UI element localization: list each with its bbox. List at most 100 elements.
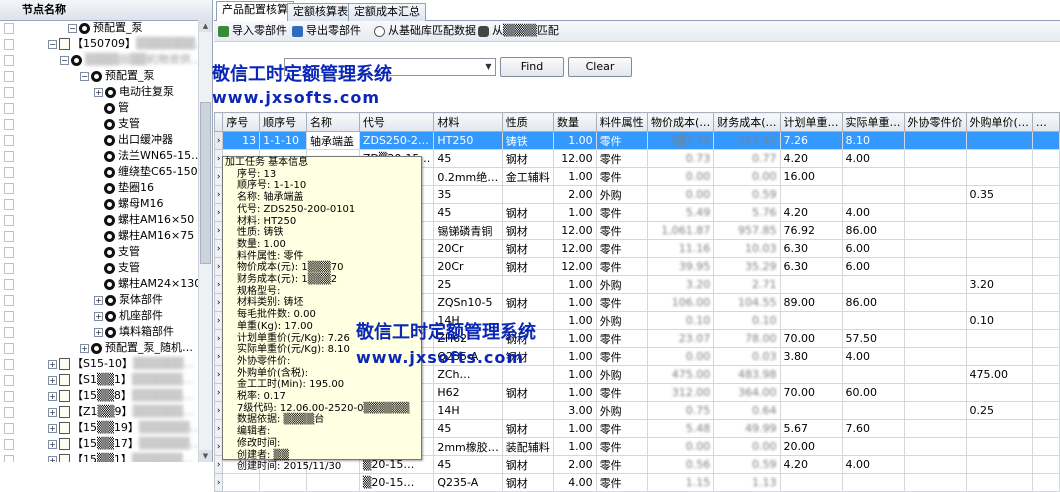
table-cell[interactable]: ZDS250-2… xyxy=(358,131,435,150)
tree-node[interactable]: + 【15▒▒1】▒▒▒▒▒▒… xyxy=(0,452,198,462)
row-checkbox[interactable] xyxy=(4,151,14,162)
table-cell[interactable] xyxy=(841,365,905,384)
table-cell[interactable]: 0.00 xyxy=(646,185,715,204)
table-cell[interactable]: 20.00 xyxy=(779,437,843,456)
table-cell[interactable]: 钢材 xyxy=(501,149,555,168)
table-cell[interactable]: 2mm橡胶… xyxy=(433,437,503,456)
table-cell[interactable] xyxy=(965,383,1033,402)
column-header[interactable]: 顺序号 xyxy=(259,112,308,132)
column-header[interactable]: 性质 xyxy=(501,112,555,132)
table-cell[interactable]: 39.95 xyxy=(646,257,715,276)
table-cell[interactable] xyxy=(903,329,967,348)
column-header[interactable]: 财务成本(… xyxy=(713,112,781,132)
table-cell[interactable]: 零件 xyxy=(595,347,648,366)
table-cell[interactable] xyxy=(903,221,967,240)
column-header[interactable]: 数量 xyxy=(553,112,597,132)
scroll-up-icon[interactable]: ▲ xyxy=(199,20,212,32)
table-cell[interactable]: 0.64 xyxy=(713,401,781,420)
table-cell[interactable]: 0.75 xyxy=(646,401,715,420)
row-checkbox[interactable] xyxy=(4,167,14,178)
scroll-down-icon[interactable]: ▼ xyxy=(199,450,212,462)
table-cell[interactable]: 123.42 xyxy=(713,131,781,150)
table-cell[interactable] xyxy=(965,437,1033,456)
table-cell[interactable] xyxy=(903,275,967,294)
find-button[interactable]: Find xyxy=(500,57,564,77)
table-cell[interactable]: 45 xyxy=(433,149,503,168)
table-cell[interactable] xyxy=(903,347,967,366)
table-cell[interactable]: 12.00 xyxy=(553,221,597,240)
table-cell[interactable]: 1.00 xyxy=(553,311,597,330)
table-cell[interactable]: 6.00 xyxy=(841,257,905,276)
table-cell[interactable]: 76.92 xyxy=(779,221,843,240)
table-cell[interactable]: ZCh… xyxy=(433,365,503,384)
table-cell[interactable]: 20Cr xyxy=(433,257,503,276)
table-cell[interactable] xyxy=(965,149,1033,168)
table-cell[interactable] xyxy=(903,257,967,276)
expand-icon[interactable]: + xyxy=(48,439,57,449)
row-indicator-icon[interactable]: › xyxy=(213,131,224,150)
tree-node[interactable]: 垫圈16 xyxy=(0,180,198,196)
table-cell[interactable] xyxy=(1031,293,1060,312)
row-checkbox[interactable] xyxy=(4,279,14,290)
table-cell[interactable]: 铸铁 xyxy=(501,131,555,150)
table-cell[interactable] xyxy=(1031,419,1060,438)
table-cell[interactable]: 5.49 xyxy=(646,203,715,222)
table-cell[interactable] xyxy=(222,473,261,492)
table-cell[interactable] xyxy=(306,473,360,492)
table-cell[interactable]: 4.00 xyxy=(841,347,905,366)
table-cell[interactable] xyxy=(965,239,1033,258)
table-cell[interactable]: 2.00 xyxy=(553,185,597,204)
tree-node[interactable]: + 电动往复泵 xyxy=(0,84,198,100)
tree-node[interactable]: 螺柱AM16×50 xyxy=(0,212,198,228)
table-cell[interactable]: 70.00 xyxy=(779,383,843,402)
table-cell[interactable]: 4.00 xyxy=(553,473,597,492)
table-cell[interactable]: 1.00 xyxy=(553,365,597,384)
table-cell[interactable]: 零件 xyxy=(595,221,648,240)
column-header[interactable]: 名称 xyxy=(306,112,360,132)
row-checkbox[interactable] xyxy=(4,23,14,34)
table-cell[interactable] xyxy=(1031,149,1060,168)
table-cell[interactable]: 钢材 xyxy=(501,383,555,402)
table-cell[interactable]: 364.00 xyxy=(713,383,781,402)
table-cell[interactable]: 零件 xyxy=(595,239,648,258)
clear-button[interactable]: Clear xyxy=(568,57,632,77)
table-cell[interactable]: 0.35 xyxy=(965,185,1033,204)
table-cell[interactable]: 零件 xyxy=(595,257,648,276)
table-cell[interactable] xyxy=(965,257,1033,276)
row-checkbox[interactable] xyxy=(4,199,14,210)
tree-node[interactable]: 支管 xyxy=(0,260,198,276)
table-cell[interactable] xyxy=(903,203,967,222)
table-cell[interactable]: 零件 xyxy=(595,419,648,438)
table-cell[interactable]: 12.00 xyxy=(553,149,597,168)
row-checkbox[interactable] xyxy=(4,119,14,130)
table-cell[interactable]: 0.03 xyxy=(713,347,781,366)
tree-node[interactable]: 管 xyxy=(0,100,198,116)
table-cell[interactable] xyxy=(1031,185,1060,204)
table-cell[interactable] xyxy=(779,401,843,420)
table-cell[interactable]: 483.98 xyxy=(713,365,781,384)
table-cell[interactable] xyxy=(1031,275,1060,294)
row-checkbox[interactable] xyxy=(4,455,14,462)
table-cell[interactable]: 45 xyxy=(433,203,503,222)
table-cell[interactable] xyxy=(1031,221,1060,240)
table-cell[interactable] xyxy=(779,275,843,294)
table-cell[interactable]: 475.00 xyxy=(965,365,1033,384)
row-checkbox[interactable] xyxy=(4,423,14,434)
table-cell[interactable] xyxy=(903,149,967,168)
tree-node[interactable]: − 【150709】▒▒▒▒▒▒▒… xyxy=(0,36,206,52)
tree-node[interactable]: + 填料箱部件 xyxy=(0,324,198,340)
row-checkbox[interactable] xyxy=(4,71,14,82)
table-cell[interactable]: 4.20 xyxy=(779,203,843,222)
expand-icon[interactable]: + xyxy=(94,295,103,305)
row-checkbox[interactable] xyxy=(4,231,14,242)
table-cell[interactable]: 49.99 xyxy=(713,419,781,438)
table-cell[interactable]: 86.00 xyxy=(841,293,905,312)
tree-node[interactable]: 缠绕垫C65-150 xyxy=(0,164,198,180)
table-cell[interactable]: 轴承端盖 xyxy=(306,131,360,150)
table-cell[interactable] xyxy=(841,401,905,420)
table-cell[interactable]: 零件 xyxy=(595,149,648,168)
table-cell[interactable]: 11.16 xyxy=(646,239,715,258)
row-checkbox[interactable] xyxy=(4,311,14,322)
table-cell[interactable]: 35 xyxy=(433,185,503,204)
table-row[interactable]: › 13 1-1-10 轴承端盖 ZDS250-2… HT250 铸铁 1.00 零件 1▒7.7… xyxy=(213,131,1060,150)
